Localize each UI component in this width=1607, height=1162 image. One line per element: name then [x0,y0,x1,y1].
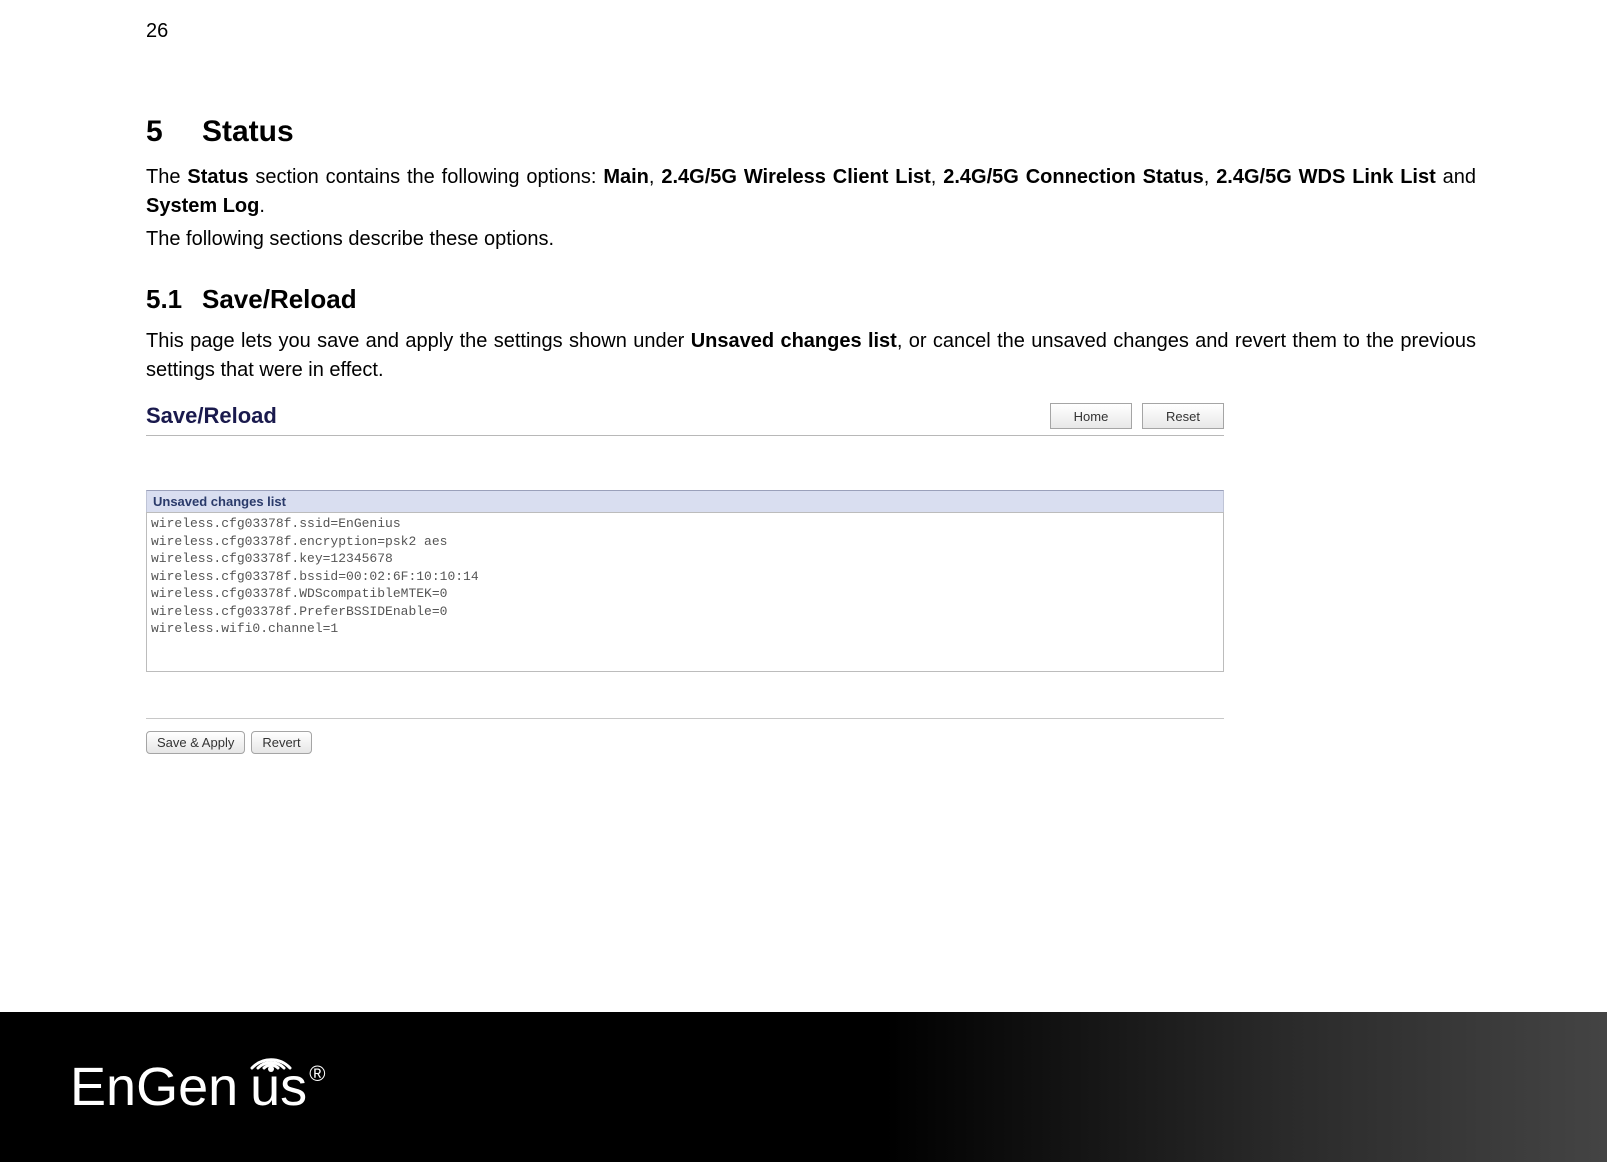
save-reload-panel: Save/Reload Home Reset Unsaved changes l… [146,403,1224,754]
panel-actions: Save & Apply Revert [146,731,1224,754]
page-footer: EnGenius ® [0,1012,1607,1162]
panel-header: Save/Reload Home Reset [146,403,1224,436]
home-button[interactable]: Home [1050,403,1132,429]
text-fragment: section contains the following options: [248,166,603,188]
reset-button[interactable]: Reset [1142,403,1224,429]
text-fragment: , [1204,166,1216,188]
bold-connection-status: 2.4G/5G Connection Status [943,166,1203,188]
text-fragment: and [1436,166,1476,188]
panel-divider [146,718,1224,719]
panel-header-buttons: Home Reset [1050,403,1224,429]
bold-unsaved-changes-list: Unsaved changes list [691,330,897,352]
engenius-logo: EnGenius ® [70,1056,323,1118]
heading-status: 5Status [146,115,1476,149]
save-reload-paragraph: This page lets you save and apply the se… [146,327,1476,385]
page-number: 26 [146,20,168,43]
text-fragment: , [649,166,661,188]
logo-part-en: En [70,1057,136,1117]
bold-status: Status [187,166,248,188]
bold-wds-link-list: 2.4G/5G WDS Link List [1216,166,1436,188]
wifi-icon [248,1038,294,1074]
bold-client-list: 2.4G/5G Wireless Client List [661,166,930,188]
text-fragment: This page lets you save and apply the se… [146,330,691,352]
subheading-number: 5.1 [146,284,202,315]
bold-main: Main [603,166,649,188]
heading-title: Status [202,115,294,148]
panel-title: Save/Reload [146,403,277,429]
heading-number: 5 [146,115,202,149]
unsaved-changes-listbox[interactable]: wireless.cfg03378f.ssid=EnGenius wireles… [146,512,1224,672]
bold-system-log: System Log [146,195,259,217]
registered-icon: ® [309,1061,325,1087]
logo-part-gen: Gen [136,1057,238,1117]
text-fragment: , [931,166,943,188]
text-fragment: . [259,195,265,217]
unsaved-changes-header: Unsaved changes list [146,490,1224,512]
heading-save-reload: 5.1Save/Reload [146,284,1476,315]
text-fragment: The [146,166,187,188]
page-content: 5Status The Status section contains the … [146,115,1476,754]
revert-button[interactable]: Revert [251,731,311,754]
save-apply-button[interactable]: Save & Apply [146,731,245,754]
status-followup-paragraph: The following sections describe these op… [146,225,1476,254]
status-intro-paragraph: The Status section contains the followin… [146,163,1476,221]
subheading-title: Save/Reload [202,284,357,314]
